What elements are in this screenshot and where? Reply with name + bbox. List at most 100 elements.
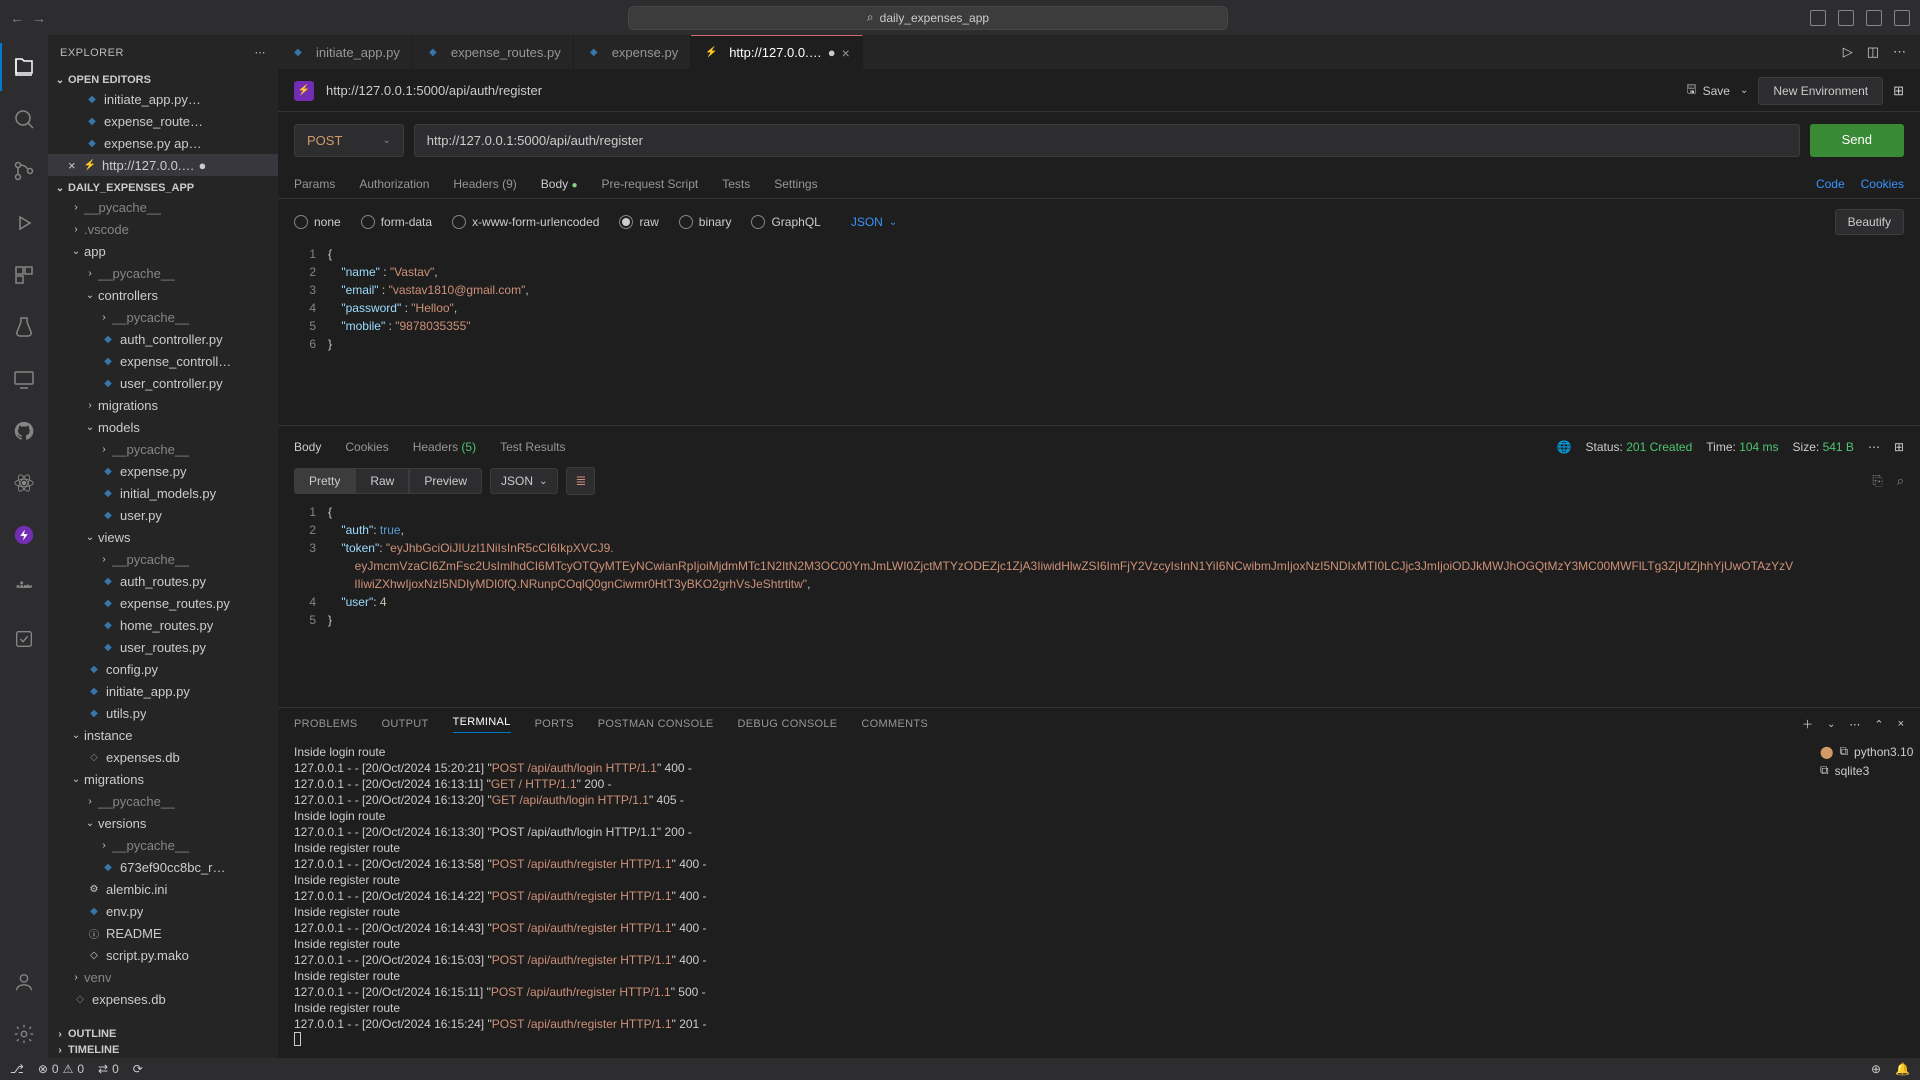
open-editor-item[interactable]: ◆initiate_app.py… bbox=[48, 88, 278, 110]
radio-binary[interactable]: binary bbox=[679, 215, 732, 229]
tab-headers[interactable]: Headers (9) bbox=[453, 171, 516, 197]
tree-file[interactable]: ◆user_controller.py bbox=[48, 372, 278, 394]
tree-folder[interactable]: ›__pycache__ bbox=[48, 262, 278, 284]
editor-tab[interactable]: ◆expense_routes.py bbox=[413, 35, 574, 69]
tree-folder[interactable]: ⌄models bbox=[48, 416, 278, 438]
tree-folder[interactable]: ⌄controllers bbox=[48, 284, 278, 306]
tree-file[interactable]: ◆config.py bbox=[48, 658, 278, 680]
new-terminal-icon[interactable]: ＋ bbox=[1802, 716, 1813, 732]
panel-tab-output[interactable]: OUTPUT bbox=[382, 718, 429, 730]
code-link[interactable]: Code bbox=[1816, 177, 1845, 191]
tree-folder[interactable]: ›venv bbox=[48, 966, 278, 988]
tree-file[interactable]: ◆auth_controller.py bbox=[48, 328, 278, 350]
activity-remote[interactable] bbox=[0, 355, 48, 403]
tree-folder[interactable]: ⌄instance bbox=[48, 724, 278, 746]
terminal-item[interactable]: ⬤⧉python3.10 bbox=[1820, 744, 1910, 759]
resp-tab-headers[interactable]: Headers (5) bbox=[413, 440, 476, 454]
tree-folder[interactable]: ›migrations bbox=[48, 394, 278, 416]
preview-button[interactable]: Preview bbox=[409, 468, 482, 494]
panel-tab-terminal[interactable]: TERMINAL bbox=[453, 716, 511, 733]
open-editor-item[interactable]: ◆expense_route… bbox=[48, 110, 278, 132]
project-header[interactable]: ⌄DAILY_EXPENSES_APP bbox=[48, 180, 278, 196]
layout-panel-icon[interactable] bbox=[1838, 10, 1854, 26]
request-body-editor[interactable]: 123456 { "name" : "Vastav", "email" : "v… bbox=[278, 245, 1920, 425]
tab-tests[interactable]: Tests bbox=[722, 171, 750, 197]
close-icon[interactable]: × bbox=[842, 45, 850, 61]
save-button[interactable]: 🖫Save bbox=[1686, 80, 1730, 101]
more-icon[interactable]: ⋯ bbox=[1868, 440, 1880, 454]
layout-secondary-icon[interactable] bbox=[1866, 10, 1882, 26]
status-errors[interactable]: ⊗0 ⚠0 bbox=[38, 1062, 84, 1076]
nav-back-icon[interactable]: ← bbox=[10, 10, 24, 26]
open-editor-item[interactable]: ◆expense.py ap… bbox=[48, 132, 278, 154]
panel-tab-comments[interactable]: COMMENTS bbox=[861, 718, 928, 730]
close-panel-icon[interactable]: × bbox=[1898, 718, 1904, 730]
remote-indicator[interactable]: ⎇ bbox=[10, 1062, 24, 1076]
save-dropdown-icon[interactable]: ⌄ bbox=[1740, 85, 1748, 96]
status-feedback[interactable]: ⊕ bbox=[1871, 1062, 1881, 1076]
layout-primary-icon[interactable] bbox=[1810, 10, 1826, 26]
tree-file[interactable]: ◆673ef90cc8bc_r… bbox=[48, 856, 278, 878]
tree-folder[interactable]: ⌄versions bbox=[48, 812, 278, 834]
editor-tab[interactable]: ◆expense.py bbox=[574, 35, 692, 69]
split-icon[interactable]: ◫ bbox=[1867, 44, 1879, 60]
tab-params[interactable]: Params bbox=[294, 171, 335, 197]
tree-file[interactable]: ⚙alembic.ini bbox=[48, 878, 278, 900]
panel-tab-ports[interactable]: PORTS bbox=[535, 718, 574, 730]
response-body-viewer[interactable]: 123 45 { "auth": true, "token": "eyJhbGc… bbox=[278, 503, 1920, 707]
wrap-icon[interactable]: ≣ bbox=[566, 467, 595, 495]
tree-folder[interactable]: ⌄views bbox=[48, 526, 278, 548]
tree-file[interactable]: ◇expenses.db bbox=[48, 746, 278, 768]
activity-docker[interactable] bbox=[0, 563, 48, 611]
activity-debug[interactable] bbox=[0, 199, 48, 247]
expand-icon[interactable]: ⊞ bbox=[1894, 440, 1904, 454]
new-environment-button[interactable]: New Environment bbox=[1758, 77, 1883, 105]
body-lang-select[interactable]: JSON⌄ bbox=[851, 215, 897, 229]
editor-tab[interactable]: ◆initiate_app.py bbox=[278, 35, 413, 69]
tree-file[interactable]: ◇expenses.db bbox=[48, 988, 278, 1010]
tree-file[interactable]: ◆env.py bbox=[48, 900, 278, 922]
command-center[interactable]: ⌕ daily_expenses_app bbox=[628, 6, 1228, 30]
method-select[interactable]: POST ⌄ bbox=[294, 124, 404, 157]
outline-header[interactable]: ›OUTLINE bbox=[48, 1026, 278, 1042]
status-bell[interactable]: 🔔 bbox=[1895, 1062, 1910, 1076]
radio-graphql[interactable]: GraphQL bbox=[751, 215, 820, 229]
layout-custom-icon[interactable] bbox=[1894, 10, 1910, 26]
resp-tab-tests[interactable]: Test Results bbox=[500, 440, 565, 454]
pretty-button[interactable]: Pretty bbox=[294, 468, 355, 494]
status-live[interactable]: ⟳ bbox=[133, 1062, 143, 1076]
run-icon[interactable]: ▷ bbox=[1843, 44, 1853, 60]
activity-search[interactable] bbox=[0, 95, 48, 143]
timeline-header[interactable]: ›TIMELINE bbox=[48, 1042, 278, 1058]
tree-folder[interactable]: ›__pycache__ bbox=[48, 196, 278, 218]
tree-file[interactable]: ◆home_routes.py bbox=[48, 614, 278, 636]
open-editor-item[interactable]: ×⚡http://127.0.0.…● bbox=[48, 154, 278, 176]
tree-file[interactable]: ◆initiate_app.py bbox=[48, 680, 278, 702]
tree-folder[interactable]: ›__pycache__ bbox=[48, 306, 278, 328]
tree-file[interactable]: ◆user_routes.py bbox=[48, 636, 278, 658]
radio-xwww[interactable]: x-www-form-urlencoded bbox=[452, 215, 599, 229]
url-input[interactable]: http://127.0.0.1:5000/api/auth/register bbox=[414, 124, 1800, 157]
tree-folder[interactable]: ›__pycache__ bbox=[48, 438, 278, 460]
tree-file[interactable]: ◆expense_controll… bbox=[48, 350, 278, 372]
tab-authorization[interactable]: Authorization bbox=[359, 171, 429, 197]
resp-tab-body[interactable]: Body bbox=[294, 440, 321, 454]
search-icon[interactable]: ⌕ bbox=[1897, 473, 1904, 489]
beautify-button[interactable]: Beautify bbox=[1835, 209, 1904, 235]
tree-file[interactable]: ◆user.py bbox=[48, 504, 278, 526]
activity-todo[interactable] bbox=[0, 615, 48, 663]
activity-test[interactable] bbox=[0, 303, 48, 351]
tree-file[interactable]: ◆auth_routes.py bbox=[48, 570, 278, 592]
tree-folder[interactable]: ›__pycache__ bbox=[48, 790, 278, 812]
tree-file[interactable]: ◆expense_routes.py bbox=[48, 592, 278, 614]
panel-tab-problems[interactable]: PROBLEMS bbox=[294, 718, 358, 730]
activity-react[interactable] bbox=[0, 459, 48, 507]
cookies-link[interactable]: Cookies bbox=[1861, 177, 1904, 191]
activity-account[interactable] bbox=[0, 958, 48, 1006]
tree-folder[interactable]: ›.vscode bbox=[48, 218, 278, 240]
tree-folder[interactable]: ⌄app bbox=[48, 240, 278, 262]
activity-github[interactable] bbox=[0, 407, 48, 455]
activity-scm[interactable] bbox=[0, 147, 48, 195]
tab-prescript[interactable]: Pre-request Script bbox=[602, 171, 699, 197]
tab-settings[interactable]: Settings bbox=[774, 171, 817, 197]
